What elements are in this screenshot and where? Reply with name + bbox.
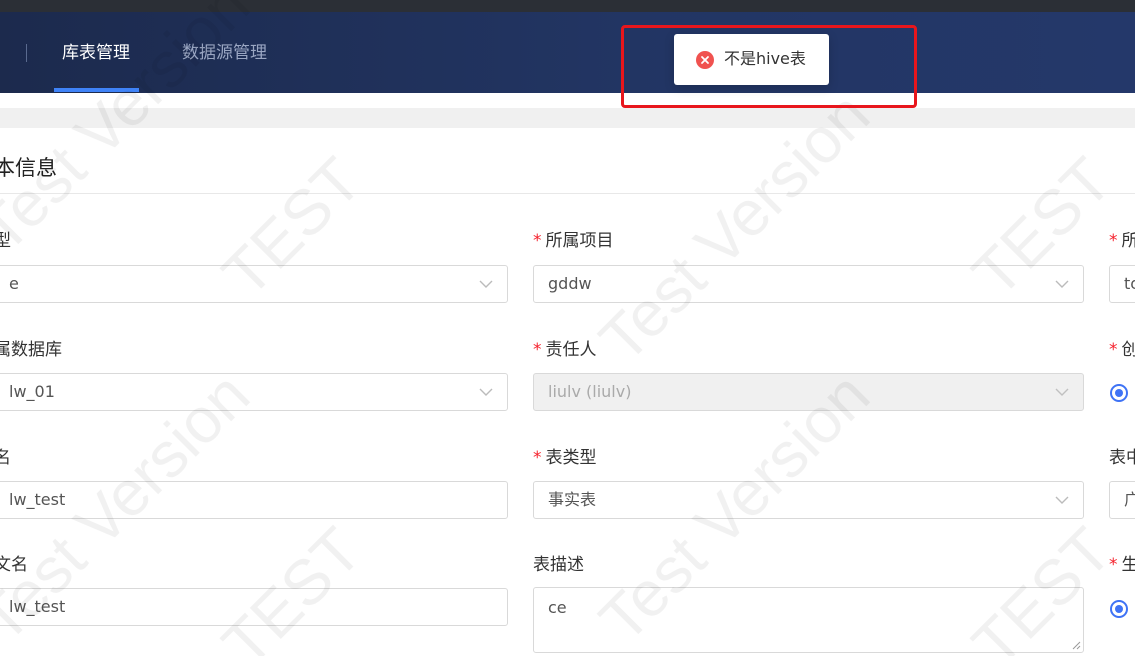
tab-datasource-management[interactable]: 数据源管理 (182, 41, 267, 65)
table-name-label: 名 (0, 448, 11, 468)
column3-value-3: 广 (1124, 490, 1135, 509)
table-category-value: e (9, 274, 19, 293)
column3-label-1: * 所 (1109, 231, 1135, 251)
table-type-label: * 表类型 (533, 448, 597, 468)
column3-label-4: * 生 (1109, 555, 1135, 575)
chinese-name-input[interactable]: lw_test (0, 588, 508, 626)
content-separator (0, 108, 1135, 128)
owner-select: liulv (liulv) (533, 373, 1084, 411)
database-label: 属数据库 (0, 340, 62, 360)
annotation-highlight-box (621, 25, 917, 108)
column3-select-1[interactable]: to (1109, 265, 1135, 303)
column3-radio-1[interactable] (1110, 384, 1128, 402)
resize-handle-icon[interactable] (1071, 640, 1081, 650)
active-tab-indicator (54, 88, 139, 92)
column3-label-3: 表中 (1109, 448, 1135, 468)
description-label: 表描述 (533, 555, 584, 575)
required-mark: * (533, 340, 542, 360)
chevron-down-icon (1055, 280, 1069, 288)
required-mark: * (533, 448, 542, 468)
table-name-value: lw_test (9, 490, 66, 509)
description-textarea[interactable]: ce (533, 587, 1084, 653)
section-title: 本信息 (0, 156, 57, 180)
owner-value: liulv (liulv) (548, 382, 632, 401)
top-navbar: 库表管理 数据源管理 (0, 12, 1135, 93)
table-category-select[interactable]: e (0, 265, 508, 303)
project-value: gddw (548, 274, 592, 293)
column3-radio-2[interactable] (1110, 600, 1128, 618)
table-category-label: 型 (0, 231, 11, 251)
tab-table-management[interactable]: 库表管理 (62, 41, 130, 65)
chevron-down-icon (1055, 388, 1069, 396)
column3-label-2: * 创 (1109, 340, 1135, 360)
window-top-strip (0, 0, 1135, 12)
owner-label: * 责任人 (533, 340, 597, 360)
chinese-name-label: 文名 (0, 555, 28, 575)
required-mark: * (1109, 555, 1118, 575)
column3-value-1: to (1124, 274, 1135, 293)
description-value: ce (548, 598, 567, 617)
column3-input-3[interactable]: 广 (1109, 481, 1135, 519)
chevron-down-icon (1055, 496, 1069, 504)
table-name-input[interactable]: lw_test (0, 481, 508, 519)
database-value: lw_01 (9, 382, 55, 401)
table-type-select[interactable]: 事实表 (533, 481, 1084, 519)
required-mark: * (1109, 231, 1118, 251)
nav-divider (26, 44, 27, 62)
required-mark: * (533, 231, 542, 251)
chevron-down-icon (479, 388, 493, 396)
database-select[interactable]: lw_01 (0, 373, 508, 411)
section-divider (0, 193, 1135, 194)
project-label: * 所属项目 (533, 231, 614, 251)
required-mark: * (1109, 340, 1118, 360)
watermark-text: TEST (208, 513, 376, 656)
project-select[interactable]: gddw (533, 265, 1084, 303)
chevron-down-icon (479, 280, 493, 288)
chinese-name-value: lw_test (9, 597, 66, 616)
table-type-value: 事实表 (548, 490, 597, 509)
